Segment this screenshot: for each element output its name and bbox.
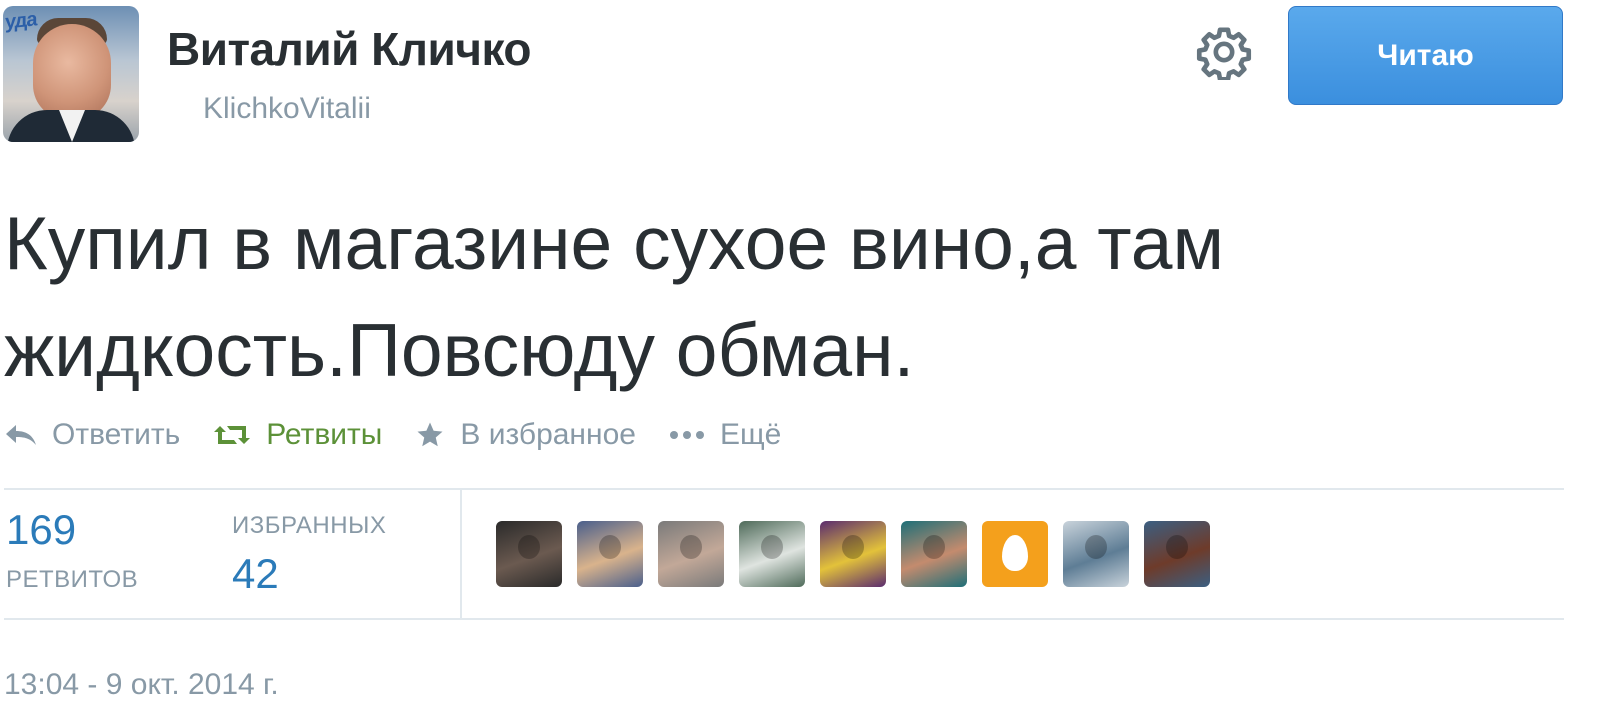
avatar-figure bbox=[1085, 535, 1107, 559]
avatar-face bbox=[33, 24, 111, 120]
retweet-button[interactable]: Ретвиты bbox=[212, 418, 382, 452]
more-button[interactable]: Ещё bbox=[668, 418, 781, 452]
favorites-label[interactable]: ИЗБРАННЫХ bbox=[232, 512, 386, 540]
tweet-timestamp[interactable]: 13:04 - 9 окт. 2014 г. bbox=[4, 668, 279, 702]
avatar-figure bbox=[761, 535, 783, 559]
egg-icon bbox=[1002, 535, 1028, 571]
follow-button[interactable]: Читаю bbox=[1288, 6, 1563, 105]
tweet-text: Купил в магазине сухое вино,а там жидкос… bbox=[4, 190, 1504, 404]
avatar-figure bbox=[1166, 535, 1188, 559]
favorite-label: В избранное bbox=[460, 418, 636, 451]
user-avatar-photo-6[interactable] bbox=[901, 521, 967, 587]
stats-divider-top bbox=[4, 488, 1564, 490]
reply-icon bbox=[6, 425, 36, 445]
user-avatar-photo-2[interactable] bbox=[577, 521, 643, 587]
stats-divider-bottom bbox=[4, 618, 1564, 620]
author-name[interactable]: Виталий Кличко bbox=[167, 22, 531, 76]
retweets-label[interactable]: РЕТВИТОВ bbox=[6, 566, 138, 594]
retweets-count[interactable]: 169 bbox=[6, 506, 76, 554]
reply-label: Ответить bbox=[52, 418, 181, 451]
tweet-text-line-1: Купил в магазине сухое вино,а там bbox=[4, 201, 1225, 285]
gear-icon[interactable] bbox=[1196, 24, 1252, 80]
retweet-label: Ретвиты bbox=[266, 418, 383, 451]
author-avatar[interactable]: уда bbox=[3, 6, 139, 142]
user-avatar-default-egg[interactable] bbox=[982, 521, 1048, 587]
stats-vertical-divider bbox=[460, 490, 462, 618]
user-avatar-photo-9[interactable] bbox=[1144, 521, 1210, 587]
retweet-icon bbox=[214, 426, 251, 444]
user-avatar-photo-1[interactable] bbox=[496, 521, 562, 587]
avatar-figure bbox=[599, 535, 621, 559]
user-avatar-photo-4[interactable] bbox=[739, 521, 805, 587]
avatar-figure bbox=[842, 535, 864, 559]
more-label: Ещё bbox=[719, 418, 782, 451]
user-avatar-photo-3[interactable] bbox=[658, 521, 724, 587]
tweet-text-line-2: жидкость.Повсюду обман. bbox=[4, 308, 915, 392]
avatar-figure bbox=[680, 535, 702, 559]
reply-button[interactable]: Ответить bbox=[4, 418, 180, 452]
more-dots-icon bbox=[669, 431, 704, 439]
avatar-figure bbox=[518, 535, 540, 559]
favorite-button[interactable]: В избранное bbox=[414, 418, 636, 452]
author-handle[interactable]: KlichkoVitalii bbox=[203, 92, 371, 126]
avatar-background-sign: уда bbox=[5, 8, 37, 34]
user-avatar-photo-5[interactable] bbox=[820, 521, 886, 587]
user-avatar-photo-8[interactable] bbox=[1063, 521, 1129, 587]
star-icon bbox=[417, 422, 443, 447]
tweet-actions: Ответить Ретвиты В избранное Ещё bbox=[4, 415, 813, 455]
favoriters-avatars bbox=[496, 521, 1225, 587]
avatar-figure bbox=[923, 535, 945, 559]
favorites-count[interactable]: 42 bbox=[232, 550, 279, 598]
